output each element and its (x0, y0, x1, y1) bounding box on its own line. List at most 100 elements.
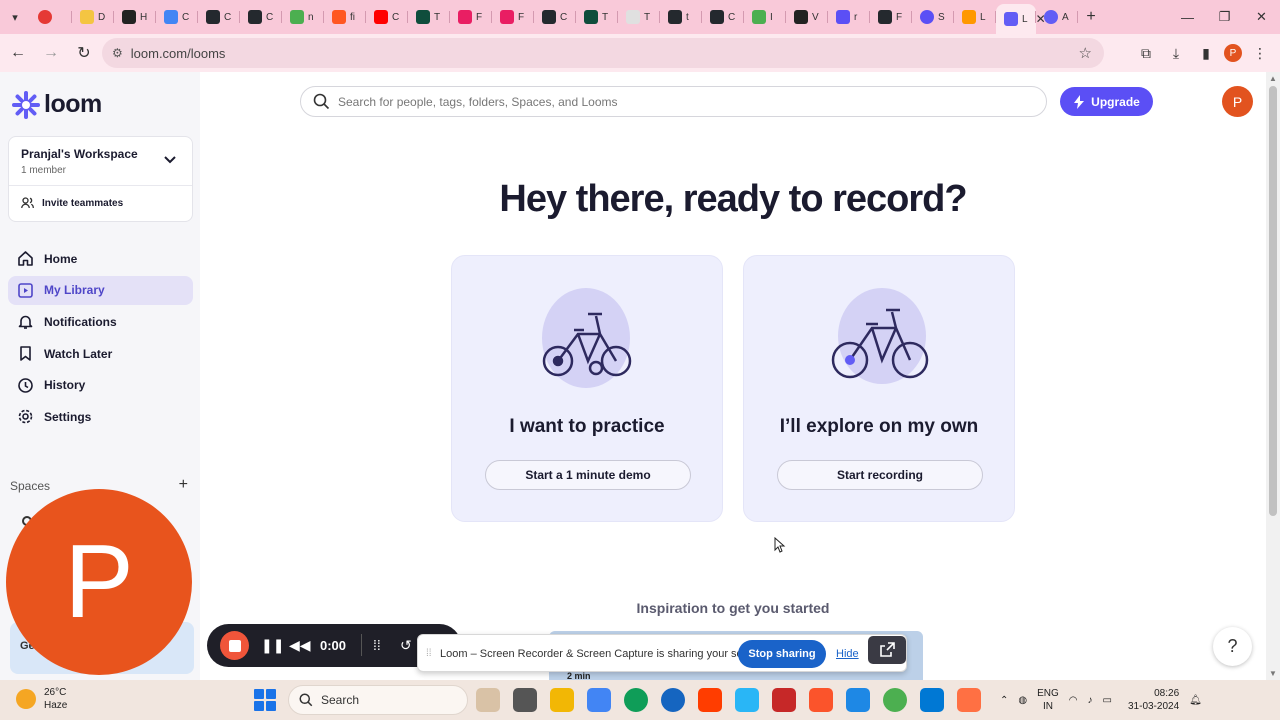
search-input[interactable] (338, 94, 1028, 109)
taskbar-app-icon[interactable] (476, 688, 500, 712)
reload-icon[interactable]: ↻ (69, 38, 99, 68)
tab-item[interactable]: D (72, 4, 114, 30)
tab-item[interactable]: C (240, 4, 282, 30)
tab-active[interactable]: L ✕ (996, 4, 1046, 34)
tab-item[interactable]: r (828, 4, 870, 30)
taskbar-app-icon[interactable] (698, 688, 722, 712)
tab-item[interactable]: C (198, 4, 240, 30)
start-button[interactable] (254, 689, 276, 711)
tab-item[interactable]: C (366, 4, 408, 30)
start-recording-button[interactable]: Start recording (777, 460, 983, 490)
upgrade-button[interactable]: Upgrade (1060, 87, 1153, 116)
tab-item[interactable]: T (618, 4, 660, 30)
wifi-icon[interactable]: ◠ (1069, 695, 1078, 706)
scroll-down-icon[interactable]: ▼ (1269, 669, 1277, 678)
tray-overflow-icon[interactable]: ⌃ (1000, 695, 1008, 706)
tab-item[interactable]: C (702, 4, 744, 30)
taskbar-app-icon[interactable] (809, 688, 833, 712)
practice-card[interactable]: I want to practice Start a 1 minute demo (451, 255, 723, 522)
taskbar-app-icon[interactable] (624, 688, 648, 712)
restart-icon[interactable]: ↺ (400, 637, 412, 654)
search-bar[interactable] (300, 86, 1047, 117)
tab-item[interactable]: F (492, 4, 534, 30)
url-bar[interactable]: ⚙ loom.com/looms ☆ (102, 38, 1104, 68)
tab-item[interactable]: I (744, 4, 786, 30)
tab-item[interactable]: F (870, 4, 912, 30)
rewind-icon[interactable]: ◀◀ (289, 637, 311, 654)
minimize-icon[interactable]: — (1169, 0, 1206, 34)
tab-item[interactable]: A (1036, 4, 1078, 30)
forward-arrow-icon[interactable]: → (36, 38, 66, 68)
pause-icon[interactable]: ❚❚ (261, 637, 284, 654)
weather-widget[interactable]: 26°C Haze (16, 686, 67, 712)
tab-item[interactable]: t (660, 4, 702, 30)
workspace-card[interactable]: Pranjal's Workspace 1 member Invite team… (8, 136, 193, 222)
new-tab-button[interactable]: + (1078, 8, 1104, 26)
sidebar-item-settings[interactable]: Settings (8, 402, 193, 431)
tab-item[interactable]: n (282, 4, 324, 30)
tab-item[interactable]: T (576, 4, 618, 30)
help-button[interactable]: ? (1213, 627, 1252, 666)
sidebar-item-notifications[interactable]: Notifications (8, 307, 193, 336)
taskbar-app-icon[interactable] (550, 688, 574, 712)
taskbar-app-icon[interactable] (661, 688, 685, 712)
close-window-icon[interactable]: ✕ (1243, 0, 1280, 34)
taskbar-search[interactable]: Search (288, 685, 468, 715)
notification-bell-icon[interactable]: 🔔︎ (1189, 695, 1202, 706)
invite-teammates-button[interactable]: Invite teammates (21, 197, 123, 209)
stop-sharing-button[interactable]: Stop sharing (738, 640, 826, 668)
taskbar-app-icon[interactable] (883, 688, 907, 712)
sidebar-item-home[interactable]: Home (8, 244, 193, 273)
user-avatar[interactable]: P (1222, 86, 1253, 117)
start-demo-button[interactable]: Start a 1 minute demo (485, 460, 691, 490)
drag-handle-icon[interactable]: ⁞⁞ (373, 637, 381, 653)
taskbar-app-icon[interactable] (513, 688, 537, 712)
taskbar-app-icon[interactable] (920, 688, 944, 712)
network-globe-icon[interactable]: ◍ (1018, 695, 1027, 706)
taskbar-app-icon[interactable] (735, 688, 759, 712)
scroll-up-icon[interactable]: ▲ (1269, 74, 1277, 83)
camera-bubble-avatar[interactable]: P (6, 489, 192, 675)
chevron-down-icon[interactable] (164, 153, 176, 167)
tab-item[interactable] (30, 4, 72, 30)
volume-icon[interactable]: ♪ (1088, 695, 1093, 706)
extensions-icon[interactable]: ⧉ (1134, 38, 1158, 68)
restore-icon[interactable]: ❐ (1206, 0, 1243, 34)
taskbar-app-icon[interactable] (772, 688, 796, 712)
tab-item[interactable]: C (156, 4, 198, 30)
taskbar-clock[interactable]: 08:26 31-03-2024 (1128, 687, 1179, 713)
back-arrow-icon[interactable]: ← (3, 38, 33, 68)
tab-item[interactable]: fi (324, 4, 366, 30)
loom-logo[interactable]: loom (12, 90, 102, 119)
scroll-thumb[interactable] (1269, 86, 1277, 516)
tab-item[interactable]: V (786, 4, 828, 30)
browser-menu-icon[interactable]: ⋮ (1248, 38, 1272, 68)
tab-search-chevron-icon[interactable]: ▾ (0, 0, 30, 34)
battery-icon[interactable]: ▭ (1103, 695, 1112, 706)
tab-item[interactable]: L (954, 4, 996, 30)
sidebar-item-my-library[interactable]: My Library (8, 275, 193, 305)
stop-record-button[interactable] (220, 631, 249, 660)
browser-profile-avatar[interactable]: P (1224, 44, 1242, 62)
hide-share-bar-link[interactable]: Hide (836, 648, 859, 660)
taskbar-app-icon[interactable] (957, 688, 981, 712)
taskbar-app-icon[interactable] (846, 688, 870, 712)
tab-item[interactable]: T (408, 4, 450, 30)
sidebar-item-history[interactable]: History (8, 371, 193, 400)
explore-card[interactable]: I’ll explore on my own Start recording (743, 255, 1015, 522)
add-space-icon[interactable]: + (179, 477, 188, 493)
bookmark-star-icon[interactable]: ☆ (1079, 44, 1092, 62)
site-info-icon[interactable]: ⚙ (112, 46, 123, 60)
tab-item[interactable]: F (450, 4, 492, 30)
taskbar-app-icon[interactable] (587, 688, 611, 712)
download-icon[interactable]: ⤓ (1164, 38, 1188, 68)
page-scrollbar[interactable]: ▲ ▼ (1266, 72, 1280, 680)
tab-item[interactable]: H (114, 4, 156, 30)
popout-icon[interactable] (868, 636, 906, 664)
tab-item[interactable]: S (912, 4, 954, 30)
sidebar-item-watch-later[interactable]: Watch Later (8, 339, 193, 368)
share-bar-grip-icon[interactable]: ⁞⁞ (426, 648, 432, 659)
language-indicator[interactable]: ENG IN (1037, 687, 1059, 713)
side-panel-icon[interactable]: ▮ (1194, 38, 1218, 68)
tab-item[interactable]: C (534, 4, 576, 30)
